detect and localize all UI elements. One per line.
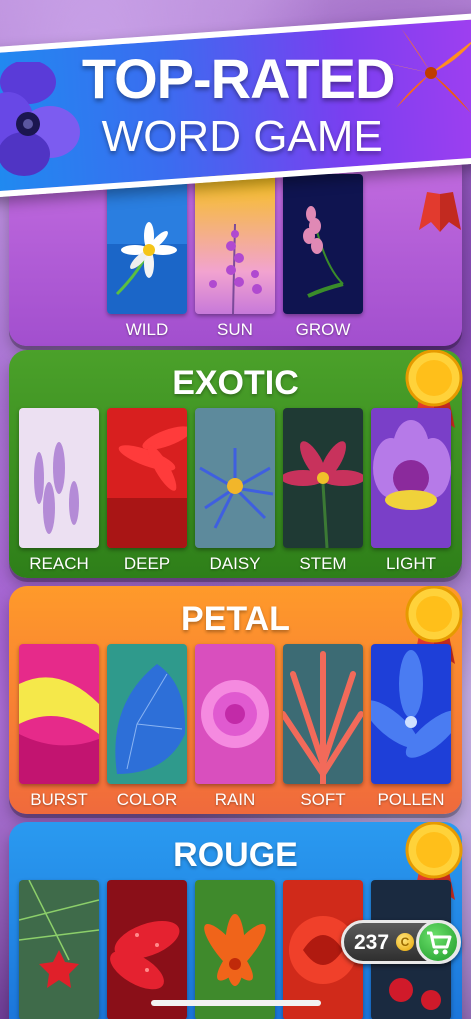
puzzle-tile-sun[interactable] (195, 174, 275, 314)
tile-label: BURST (30, 790, 88, 809)
pack-panel-exotic[interactable]: EXOTIC REACH DEEP DAISY STEM LIGHT (9, 350, 463, 578)
anemone-flower-decoration (0, 62, 80, 176)
puzzle-tile-burst[interactable] (19, 644, 99, 784)
puzzle-tile-light[interactable] (371, 408, 451, 548)
pack-title: ROUGE (173, 836, 298, 874)
tile-label: SOFT (300, 790, 346, 809)
cart-icon (427, 931, 452, 955)
tile-label: SUN (217, 320, 253, 339)
coin-balance[interactable]: 237 C (341, 920, 461, 964)
coin-icon: C (396, 933, 414, 951)
puzzle-tile-pollen[interactable] (371, 644, 451, 784)
puzzle-tile-soft[interactable] (283, 644, 363, 784)
home-indicator[interactable] (151, 1000, 321, 1006)
tile-label: GROW (295, 320, 351, 339)
tile-label: RAIN (214, 790, 256, 809)
pack-title: PETAL (181, 600, 290, 638)
puzzle-tile-stem[interactable] (283, 408, 363, 548)
puzzle-tile-rouge-1[interactable] (19, 880, 99, 1019)
puzzle-tile-daisy[interactable] (195, 408, 275, 548)
tile-label: STEM (299, 554, 347, 573)
tile-label: LIGHT (385, 554, 437, 573)
orange-lily-decoration (386, 28, 471, 113)
shop-cart-button[interactable] (416, 920, 460, 964)
tile-label: WILD (125, 320, 169, 339)
pack-panel-petal[interactable]: PETAL BURST COLOR RAIN SOFT POLLEN (9, 586, 463, 814)
tile-label: DEEP (123, 554, 171, 573)
puzzle-tile-rouge-2[interactable] (107, 880, 187, 1019)
puzzle-tile-rain[interactable] (195, 644, 275, 784)
puzzle-tile-deep[interactable] (107, 408, 187, 548)
tile-label: COLOR (116, 790, 178, 809)
pack-title: EXOTIC (172, 364, 299, 402)
coin-count: 237 (354, 931, 390, 954)
puzzle-tile-reach[interactable] (19, 408, 99, 548)
puzzle-tile-wild[interactable] (107, 174, 187, 314)
puzzle-tile-color[interactable] (107, 644, 187, 784)
puzzle-tile-grow[interactable] (283, 174, 363, 314)
tile-label: REACH (29, 554, 89, 573)
tile-label: POLLEN (377, 790, 445, 809)
tile-label: DAISY (209, 554, 261, 573)
puzzle-tile-rouge-3[interactable] (195, 880, 275, 1019)
